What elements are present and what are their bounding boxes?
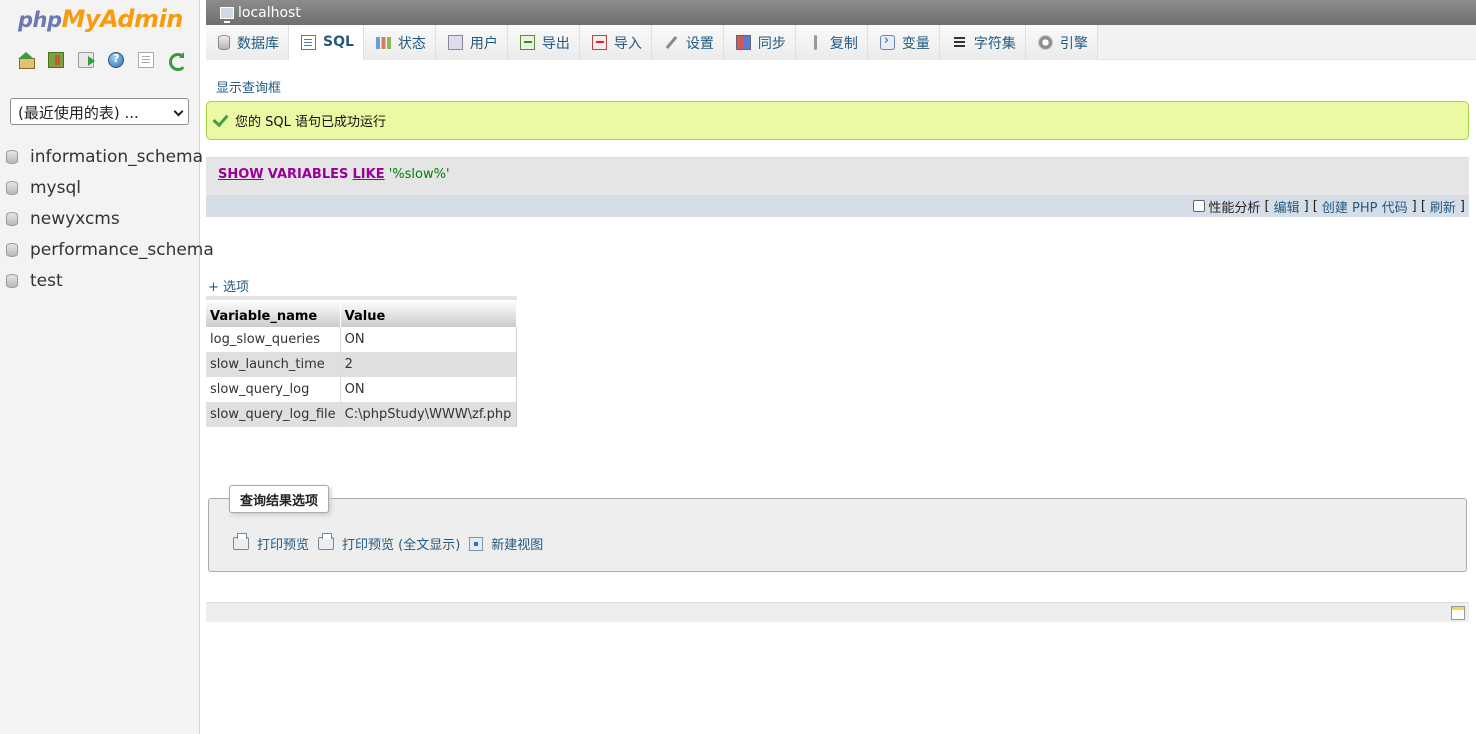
tab-variables[interactable]: 变量 [867,25,940,60]
print-view-link[interactable]: 打印预览 [233,533,309,553]
sql-keyword-like[interactable]: LIKE [353,167,385,182]
tab-databases[interactable]: 数据库 [206,25,289,60]
database-item[interactable]: newyxcms [6,203,214,234]
table-cell: 2 [340,352,517,377]
table-cell: slow_query_log_file [206,402,341,427]
charset-icon [952,35,967,50]
database-icon [6,211,18,226]
table-cell: ON [340,377,517,402]
table-cell: ON [340,327,517,352]
engines-icon [1037,35,1053,50]
print-icon [233,533,249,550]
query-results-operations: 打印预览 打印预览 (全文显示) 新建视图 [233,533,552,553]
tab-charsets[interactable]: 字符集 [939,25,1026,60]
exit-icon[interactable] [48,52,64,68]
database-icon [6,242,18,257]
query-window-icon[interactable] [78,52,95,68]
phpmyadmin-logo[interactable]: phpMyAdmin [18,5,183,33]
success-message: 您的 SQL 语句已成功运行 [206,101,1469,140]
column-header-variable-name[interactable]: Variable_name [206,296,341,327]
table-header-row: Variable_name Value [206,296,517,327]
view-icon [469,536,484,551]
reload-icon[interactable] [168,52,187,71]
database-item[interactable]: information_schema [6,141,214,172]
refresh-link[interactable]: 刷新 [1430,197,1456,216]
top-menu-tabs: 数据库 SQL 状态 用户 导出 导入 设置 同步 复制 变量 字符集 引擎 [206,25,1476,60]
tab-sql[interactable]: SQL [289,25,364,60]
tab-settings[interactable]: 设置 [651,25,724,60]
sql-keyword-variables[interactable]: VARIABLES [268,167,349,182]
profiling-label: 性能分析 [1208,200,1261,216]
table-row[interactable]: slow_query_log_file C:\phpStudy\WWW\zf.p… [206,402,517,427]
sql-icon [301,34,316,50]
recent-tables-select[interactable]: (最近使用的表) ... [10,98,189,125]
replication-icon [808,35,823,50]
table-cell: log_slow_queries [206,327,341,352]
console-bar [206,602,1469,622]
tab-engines[interactable]: 引擎 [1025,25,1098,60]
database-item[interactable]: test [6,265,214,296]
tab-users[interactable]: 用户 [435,25,508,60]
database-item[interactable]: mysql [6,172,214,203]
status-icon [375,36,391,49]
users-icon [447,35,463,50]
sql-query-display: SHOW VARIABLES LIKE '%slow%' [206,157,1469,195]
tab-replication[interactable]: 复制 [795,25,868,60]
options-toggle-link[interactable]: + 选项 [208,276,249,295]
tab-status[interactable]: 状态 [363,25,436,60]
console-toggle-icon[interactable] [1451,606,1465,620]
sql-actions-bar: 性能分析 [编辑] [创建 PHP 代码] [刷新] [206,195,1469,217]
show-query-box-link[interactable]: 显示查询框 [216,77,281,96]
export-icon [519,35,535,50]
import-icon [591,35,607,50]
variables-icon [879,33,895,50]
chevron-down-icon [173,106,184,117]
print-view-full-link[interactable]: 打印预览 (全文显示) [318,533,460,553]
edit-link[interactable]: 编辑 [1274,197,1300,216]
table-row[interactable]: slow_launch_time 2 [206,352,517,377]
create-php-code-link[interactable]: 创建 PHP 代码 [1322,197,1408,216]
print-icon [318,533,335,550]
navigation-icon-bar [18,52,187,71]
table-cell: C:\phpStudy\WWW\zf.php [340,402,517,427]
help-icon[interactable] [108,52,124,68]
navigation-panel: phpMyAdmin (最近使用的表) ... information_sche… [0,0,214,734]
database-icon [6,149,18,164]
profiling-checkbox[interactable] [1193,200,1206,212]
create-view-link[interactable]: 新建视图 [469,534,543,553]
home-icon[interactable] [18,52,35,69]
database-icon [218,35,230,50]
query-results-options-legend: 查询结果选项 [229,485,330,513]
sql-string-literal: '%slow%' [388,167,450,182]
table-row[interactable]: slow_query_log ON [206,377,517,402]
database-icon [6,180,18,195]
tab-export[interactable]: 导出 [507,25,580,60]
sql-keyword-show[interactable]: SHOW [218,167,264,182]
server-breadcrumb: localhost [206,0,1476,25]
server-name[interactable]: localhost [238,5,301,21]
tab-import[interactable]: 导入 [579,25,652,60]
table-row[interactable]: log_slow_queries ON [206,327,517,352]
column-header-value[interactable]: Value [340,296,517,327]
sync-icon [735,35,751,50]
settings-icon [664,35,679,50]
database-list: information_schema mysql newyxcms perfor… [6,141,214,296]
results-table: Variable_name Value log_slow_queries ON … [206,296,517,427]
database-icon [6,273,18,288]
server-icon [220,6,234,23]
database-item[interactable]: performance_schema [6,234,214,265]
table-cell: slow_launch_time [206,352,341,377]
table-cell: slow_query_log [206,377,341,402]
checkmark-icon [212,110,229,127]
docs-icon[interactable] [138,52,154,68]
tab-sync[interactable]: 同步 [723,25,796,60]
